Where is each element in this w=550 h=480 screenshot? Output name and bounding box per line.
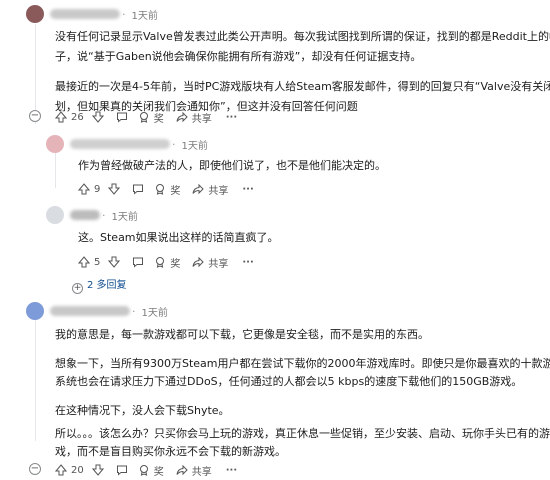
award-button[interactable]: 奖 bbox=[138, 110, 164, 125]
avatar[interactable] bbox=[46, 135, 64, 153]
comment-header: · 1天前 bbox=[26, 302, 168, 320]
username-redacted[interactable] bbox=[70, 210, 100, 220]
share-label: 共享 bbox=[191, 113, 212, 125]
reply-button[interactable] bbox=[116, 111, 128, 123]
more-options-button[interactable]: ··· bbox=[242, 257, 253, 268]
avatar[interactable] bbox=[26, 5, 44, 23]
share-icon bbox=[192, 183, 205, 195]
reply-button[interactable] bbox=[132, 183, 144, 195]
separator-dot: · bbox=[122, 7, 126, 21]
collapse-thread-button[interactable]: − bbox=[29, 463, 41, 475]
downvote-button[interactable] bbox=[108, 183, 121, 195]
comment-actions: 20 奖 共享 ··· bbox=[55, 461, 237, 479]
timestamp: 1天前 bbox=[111, 211, 138, 223]
downvote-icon bbox=[108, 183, 121, 195]
share-button[interactable]: 共享 bbox=[192, 255, 228, 270]
vote-count: 26 bbox=[71, 111, 84, 123]
more-options-button[interactable]: ··· bbox=[242, 184, 253, 195]
share-button[interactable]: 共享 bbox=[176, 463, 212, 478]
share-icon bbox=[176, 111, 188, 123]
more-replies-link[interactable]: +2 多回复 bbox=[72, 276, 127, 294]
expand-icon: + bbox=[72, 282, 83, 294]
comment-line: 这。Steam如果说出这样的话简直疯了。 bbox=[78, 231, 279, 244]
comment-line: 系统也会在请求压力下通过DDoS，任何通过的人都会以5 kbps的速度下载他们的… bbox=[55, 375, 523, 388]
comment-actions: 26 奖 共享 ··· bbox=[55, 108, 237, 126]
comment-line: 我的意思是，每一款游戏都可以下载，它更像是安全毯，而不是实用的东西。 bbox=[55, 328, 429, 341]
comment-line: 子，说“基于Gaben说他会确保你能拥有所有游戏”，却没有任何证据支持。 bbox=[55, 50, 422, 63]
award-label: 奖 bbox=[170, 185, 181, 197]
comment-actions: 5 奖 共享 ··· bbox=[78, 253, 254, 271]
downvote-button[interactable] bbox=[91, 111, 104, 123]
share-button[interactable]: 共享 bbox=[176, 110, 212, 125]
vote-count: 5 bbox=[94, 256, 101, 268]
thread-line bbox=[35, 316, 36, 441]
award-label: 奖 bbox=[153, 466, 164, 478]
share-button[interactable]: 共享 bbox=[192, 182, 228, 197]
share-label: 共享 bbox=[208, 258, 229, 270]
award-icon bbox=[154, 256, 166, 268]
comment-line: 想象一下，当所有9300万Steam用户都在尝试下载你的2000年游戏库时。即使… bbox=[55, 357, 550, 370]
downvote-button[interactable] bbox=[91, 464, 104, 476]
username-redacted[interactable] bbox=[70, 139, 170, 149]
award-button[interactable]: 奖 bbox=[154, 182, 180, 197]
comment-header: · 1天前 bbox=[46, 135, 208, 153]
vote-count: 9 bbox=[94, 183, 101, 195]
award-label: 奖 bbox=[170, 258, 181, 270]
comment-bubble-icon bbox=[132, 183, 144, 195]
comment-line: 作为曾经做破产法的人，即使他们说了，也不是他们能决定的。 bbox=[78, 159, 386, 172]
comment-line: 在这种情况下，没人会下载Shyte。 bbox=[55, 404, 230, 417]
separator-dot: · bbox=[132, 304, 136, 318]
avatar[interactable] bbox=[26, 302, 44, 320]
more-options-button[interactable]: ··· bbox=[226, 112, 237, 123]
share-icon bbox=[192, 256, 205, 268]
comment-actions: 9 奖 共享 ··· bbox=[78, 180, 254, 198]
downvote-icon bbox=[91, 111, 104, 123]
award-label: 奖 bbox=[153, 113, 164, 125]
collapse-thread-button[interactable]: − bbox=[29, 110, 41, 122]
share-label: 共享 bbox=[191, 466, 212, 478]
award-icon bbox=[138, 464, 150, 476]
upvote-icon bbox=[55, 464, 67, 476]
reply-button[interactable] bbox=[132, 256, 144, 268]
separator-dot: · bbox=[102, 208, 106, 222]
upvote-button[interactable]: 26 bbox=[55, 111, 84, 123]
avatar[interactable] bbox=[46, 206, 64, 224]
comment-header: · 1天前 bbox=[26, 5, 158, 23]
username-redacted[interactable] bbox=[50, 306, 130, 316]
upvote-button[interactable]: 9 bbox=[78, 183, 100, 195]
separator-dot: · bbox=[172, 137, 176, 151]
upvote-icon bbox=[55, 111, 67, 123]
timestamp: 1天前 bbox=[141, 307, 168, 319]
share-icon bbox=[176, 464, 188, 476]
downvote-icon bbox=[91, 464, 104, 476]
share-label: 共享 bbox=[208, 185, 229, 197]
downvote-button[interactable] bbox=[108, 256, 121, 268]
username-redacted[interactable] bbox=[50, 9, 120, 19]
award-button[interactable]: 奖 bbox=[154, 255, 180, 270]
upvote-button[interactable]: 5 bbox=[78, 256, 100, 268]
more-options-button[interactable]: ··· bbox=[226, 465, 237, 476]
award-icon bbox=[154, 183, 166, 195]
thread-line bbox=[55, 148, 56, 188]
upvote-icon bbox=[78, 256, 90, 268]
award-button[interactable]: 奖 bbox=[138, 463, 164, 478]
comment-bubble-icon bbox=[116, 464, 128, 476]
award-icon bbox=[138, 111, 150, 123]
comment-line: 最接近的一次是4-5年前，当时PC游戏版块有人给Steam客服发邮件，得到的回复… bbox=[55, 80, 550, 93]
comment-bubble-icon bbox=[116, 111, 128, 123]
comment-header: · 1天前 bbox=[46, 206, 138, 224]
upvote-button[interactable]: 20 bbox=[55, 464, 84, 476]
comment-line: 没有任何记录显示Valve曾发表过此类公开声明。每次我试图找到所谓的保证，找到的… bbox=[55, 30, 550, 43]
comment-line: 所以。。。该怎么办？只买你会马上玩的游戏，真正休息一些促销，至少安装、启动、玩你… bbox=[55, 427, 550, 440]
comment-line: 戏，而不是盲目购买你永远不会下载的新游戏。 bbox=[55, 445, 286, 458]
thread-line bbox=[35, 24, 36, 124]
upvote-icon bbox=[78, 183, 90, 195]
vote-count: 20 bbox=[71, 464, 84, 476]
timestamp: 1天前 bbox=[131, 10, 158, 22]
reply-button[interactable] bbox=[116, 464, 128, 476]
downvote-icon bbox=[108, 256, 121, 268]
timestamp: 1天前 bbox=[181, 140, 208, 152]
comment-bubble-icon bbox=[132, 256, 144, 268]
more-replies-label: 2 多回复 bbox=[87, 280, 127, 291]
